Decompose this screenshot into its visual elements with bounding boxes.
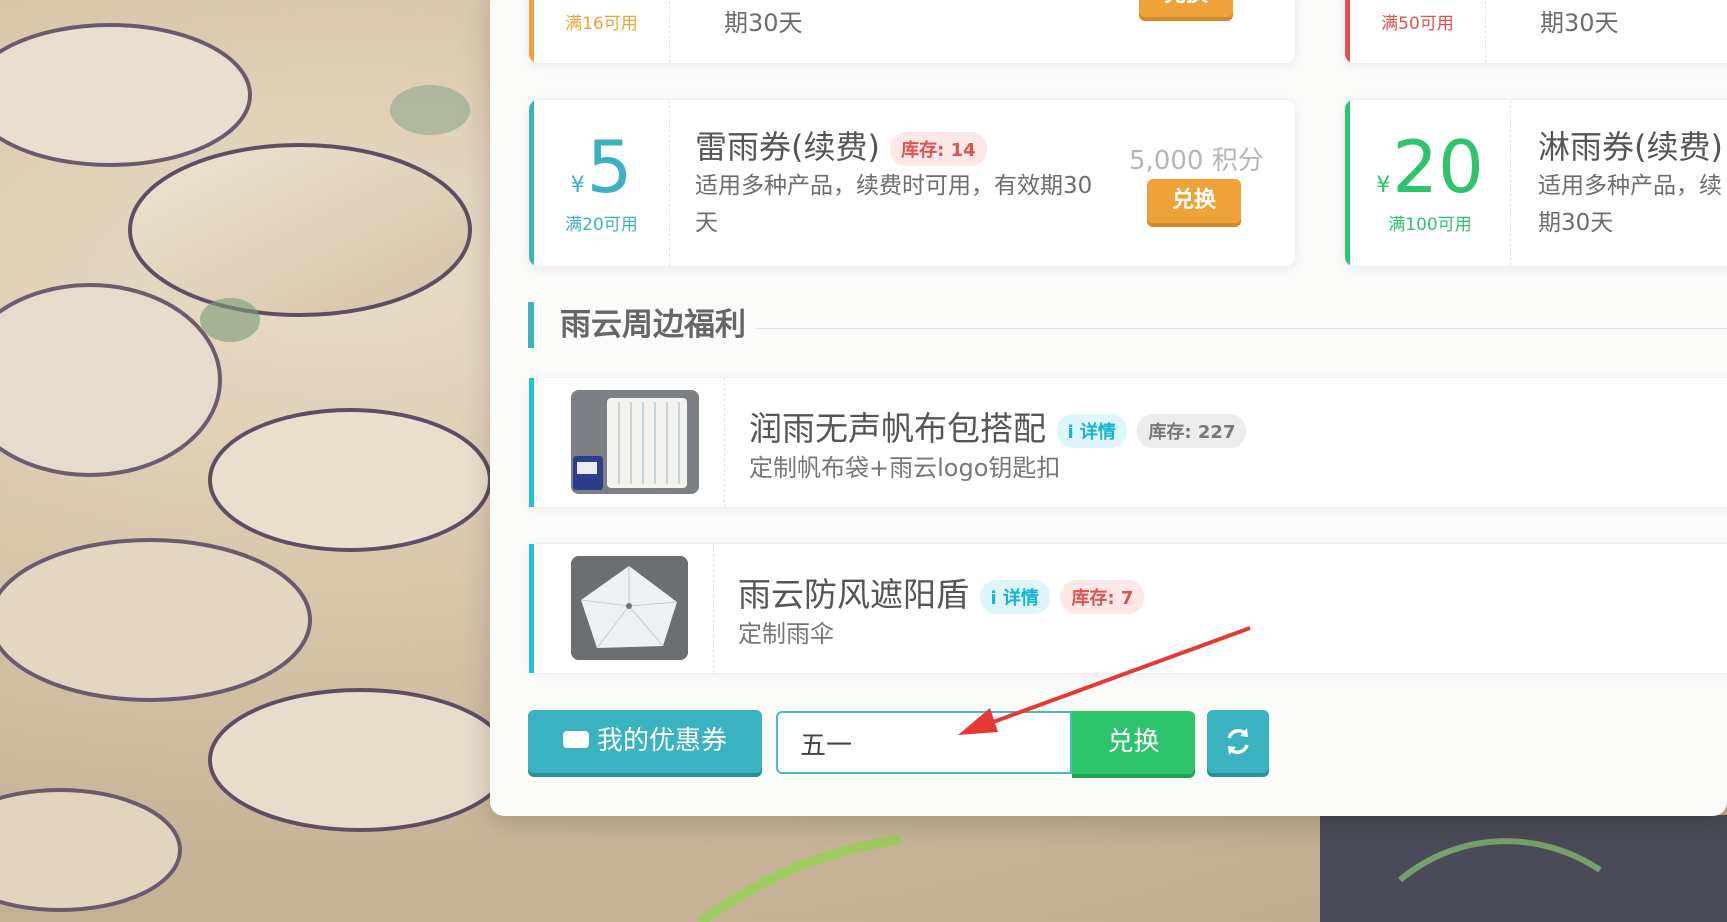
coupon-amount-value: 20 [1392,125,1484,209]
coupon-description-line: 适用多种产品，续费时可用，有效期30 [695,173,1093,199]
redeem-button[interactable]: 兑换 [1139,0,1233,17]
points-cost: 5,000 积分 [1129,146,1264,176]
goods-divider [724,378,725,507]
canvas-bag-picture [571,390,699,494]
goods-description: 定制帆布袋+雨云logo钥匙扣 [749,454,1061,482]
coupon-title: 雷雨券(续费) 库存: 14 [695,122,987,168]
goods-item-umbrella: 雨云防风遮阳盾 i 详情 库存: 7 定制雨伞 [528,543,1727,674]
refresh-icon [1227,728,1249,755]
details-badge[interactable]: i 详情 [979,579,1050,614]
coupon-description: 适用多种产品，续 期30天 [1538,168,1727,242]
coupon-description: 适用多种产品，续费时可用，有效期30 天 [695,168,1125,242]
coupon-value-area: 满50可用 [1350,0,1486,63]
currency-symbol: ¥ [570,173,585,198]
section-title: 雨云周边福利 [528,302,746,348]
coupon-card-top-left: 满16可用 期30天 兑换 [528,0,1296,64]
goods-divider [713,544,714,673]
coupon-condition: 满16可用 [565,14,638,34]
coupon-title: 淋雨券(续费) [1538,128,1723,166]
stock-badge: 库存: 7 [1060,579,1145,614]
stock-badge: 库存: 227 [1137,413,1247,448]
redeem-code-button[interactable]: 兑换 [1072,711,1195,774]
coupon-value-area: 满16可用 [534,0,670,63]
redeem-button[interactable]: 兑换 [1147,179,1241,223]
canvas-bag-image [571,390,699,494]
my-coupons-label: 我的优惠券 [596,726,727,756]
coupon-description-line: 适用多种产品，续 [1538,173,1722,199]
redeem-code-input[interactable] [778,713,1062,774]
stock-badge: 库存: 14 [890,132,987,166]
goods-color-bar [529,544,534,673]
coupon-description-line: 期30天 [1538,210,1614,236]
goods-title-text: 润雨无声帆布包搭配 [749,409,1046,448]
coupon-value-area: ¥20 满100可用 [1350,100,1511,266]
goods-item-canvas-bag: 润雨无声帆布包搭配 i 详情 库存: 227 定制帆布袋+雨云logo钥匙扣 [528,377,1727,508]
goods-description: 定制雨伞 [738,620,834,648]
section-divider [755,328,1727,329]
goods-title-text: 雨云防风遮阳盾 [738,575,969,614]
refresh-button[interactable] [1207,710,1269,773]
ticket-icon [562,731,589,748]
currency-symbol: ¥ [1376,173,1391,198]
coupon-title-text: 雷雨券(续费) [695,128,880,166]
umbrella-picture [571,556,688,660]
coupon-card-linyu: ¥20 满100可用 淋雨券(续费) 适用多种产品，续 期30天 [1344,99,1727,267]
coupon-description-line: 天 [695,210,718,236]
coupon-condition: 满20可用 [565,215,638,235]
details-badge[interactable]: i 详情 [1056,413,1127,448]
coupon-description: 期30天 [1540,9,1619,37]
umbrella-image [571,556,688,660]
coupon-card-top-right: 满50可用 期30天 [1344,0,1727,64]
coupon-condition: 满50可用 [1381,14,1454,34]
goods-color-bar [529,378,534,507]
redeem-code-field[interactable] [776,711,1072,774]
my-coupons-button[interactable]: 我的优惠券 [528,710,762,773]
coupon-amount-value: 5 [586,125,633,209]
coupon-description: 期30天 [724,9,803,37]
goods-title: 雨云防风遮阳盾 i 详情 库存: 7 [738,568,1145,616]
goods-title: 润雨无声帆布包搭配 i 详情 库存: 227 [749,402,1247,450]
coupon-condition: 满100可用 [1388,215,1472,235]
coupon-value-area: ¥5 满20可用 [534,100,670,266]
coupon-card-leiyu: ¥5 满20可用 雷雨券(续费) 库存: 14 适用多种产品，续费时可用，有效期… [528,99,1296,267]
